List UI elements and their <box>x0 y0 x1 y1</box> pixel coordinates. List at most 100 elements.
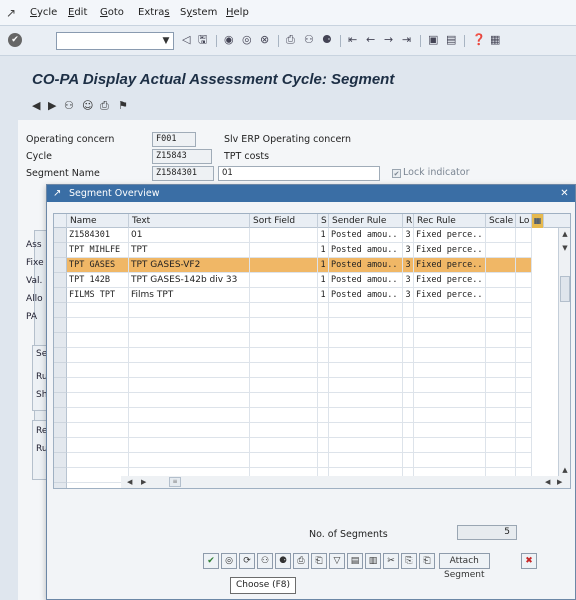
details-icon[interactable]: ◎ <box>221 553 237 569</box>
shortcut-icon[interactable]: ▤ <box>446 33 456 47</box>
row-selector[interactable] <box>54 363 67 378</box>
row-selector[interactable] <box>54 453 67 468</box>
new-session-icon[interactable]: ▣ <box>428 33 438 47</box>
menu-goto[interactable]: Goto <box>100 7 124 18</box>
vertical-scrollbar[interactable]: ▲ ▼ ▲ ▼ <box>558 228 570 488</box>
table-row[interactable] <box>67 363 532 378</box>
col-scale[interactable]: Scale <box>486 214 516 228</box>
print-icon[interactable]: ⎙ <box>286 33 295 47</box>
scroll-right-end-icon[interactable]: ▶ <box>557 476 562 488</box>
filter-icon[interactable]: ▽ <box>329 553 345 569</box>
row-selector[interactable] <box>54 378 67 393</box>
table-row[interactable] <box>67 378 532 393</box>
export-icon[interactable]: ▥ <box>365 553 381 569</box>
find-next-icon[interactable]: ⚈ <box>322 33 332 47</box>
find-button-icon[interactable]: ⚇ <box>257 553 273 569</box>
segment-text-field[interactable]: 01 <box>218 166 380 181</box>
first-page-icon[interactable]: ⇤ <box>348 33 357 47</box>
operating-concern-field[interactable]: F001 <box>152 132 196 147</box>
enter-icon[interactable]: ✔ <box>8 33 22 47</box>
command-field[interactable] <box>56 32 174 50</box>
segment-name-field[interactable]: Z1584301 <box>152 166 214 181</box>
cycle-field[interactable]: Z15843 <box>152 149 212 164</box>
row-selector[interactable] <box>54 273 67 288</box>
scroll-up-icon[interactable]: ▲ <box>559 228 570 240</box>
row-selector[interactable] <box>54 348 67 363</box>
table-row[interactable] <box>67 318 532 333</box>
row-selector[interactable] <box>54 438 67 453</box>
table-row[interactable] <box>67 348 532 363</box>
row-selector[interactable] <box>54 393 67 408</box>
table-row[interactable]: TPT 142B TPT GASES-142b div 33 1 Posted amo… <box>67 273 532 288</box>
col-name[interactable]: Name <box>67 214 129 228</box>
print-button-icon[interactable]: ⎗ <box>311 553 327 569</box>
copy-icon[interactable]: ⎘ <box>401 553 417 569</box>
menu-extras[interactable]: Extras <box>138 7 170 18</box>
print-segment-icon[interactable]: ⎙ <box>100 99 109 113</box>
table-row[interactable] <box>67 438 532 453</box>
col-rec-rule[interactable]: Rec Rule <box>414 214 486 228</box>
table-row[interactable] <box>67 333 532 348</box>
last-page-icon[interactable]: ⇥ <box>402 33 411 47</box>
menu-edit[interactable]: Edit <box>68 7 87 18</box>
table-row[interactable]: TPT MIHLFE TPT 1 Posted amou.. 3 Fixed perce.… <box>67 243 532 258</box>
row-selector[interactable] <box>54 333 67 348</box>
table-row[interactable]: TPT GASES TPT GASES-VF2 1 Posted amou.. 3 Fix… <box>67 258 532 273</box>
menu-cycle[interactable]: Cycle <box>30 7 57 18</box>
command-dropdown-icon[interactable]: ▼ <box>158 32 174 50</box>
previous-segment-icon[interactable]: ◀ <box>32 99 40 112</box>
col-sort-field[interactable]: Sort Field <box>250 214 318 228</box>
col-text[interactable]: Text <box>129 214 250 228</box>
row-selector[interactable] <box>54 303 67 318</box>
print-preview-icon[interactable]: ⎙ <box>293 553 309 569</box>
row-selector[interactable] <box>54 228 67 243</box>
layout-menu-icon[interactable]: ▦ <box>490 33 500 47</box>
lock-indicator-checkbox[interactable]: ✔ <box>392 169 401 178</box>
cut-icon[interactable]: ✂ <box>383 553 399 569</box>
col-sender-rule[interactable]: Sender Rule <box>329 214 403 228</box>
cancel-button[interactable]: ✖ <box>521 553 537 569</box>
row-selector[interactable] <box>54 318 67 333</box>
close-icon[interactable]: ✕ <box>558 187 571 200</box>
row-selector[interactable] <box>54 483 67 488</box>
other-cycle-icon[interactable]: ⚑ <box>118 99 128 112</box>
user-icon[interactable]: ☺ <box>82 99 93 112</box>
choose-button[interactable]: ✔ <box>203 553 219 569</box>
find-next-button-icon[interactable]: ⚈ <box>275 553 291 569</box>
menu-system[interactable]: System <box>180 7 217 18</box>
row-selector[interactable] <box>54 288 67 303</box>
attach-segment-button[interactable]: Attach Segment <box>439 553 490 580</box>
scroll-right-icon[interactable]: ▶ <box>141 476 146 488</box>
horizontal-scrollbar[interactable]: ◀ ▶ ≡ ◀ ▶ <box>121 476 569 488</box>
row-selector[interactable] <box>54 258 67 273</box>
row-selector[interactable] <box>54 423 67 438</box>
column-settings-icon[interactable]: ▦ <box>532 214 544 228</box>
table-row[interactable] <box>67 408 532 423</box>
refresh-icon[interactable]: ⟳ <box>239 553 255 569</box>
layout-icon[interactable]: ▤ <box>347 553 363 569</box>
table-row[interactable]: Z1584301 01 1 Posted amou.. 3 Fixed perce.. <box>67 228 532 243</box>
col-s[interactable]: S <box>318 214 329 228</box>
select-all-cell[interactable] <box>54 214 67 228</box>
back-icon[interactable]: ◉ <box>224 33 234 47</box>
back-nav-icon[interactable]: ◁ <box>182 33 190 47</box>
col-r[interactable]: R <box>403 214 414 228</box>
row-selector[interactable] <box>54 243 67 258</box>
paste-icon[interactable]: ⎗ <box>419 553 435 569</box>
next-page-icon[interactable]: → <box>384 33 393 47</box>
scroll-left-icon[interactable]: ◀ <box>127 476 132 488</box>
cancel-icon[interactable]: ⊗ <box>260 33 269 47</box>
scroll-left-end-icon[interactable]: ◀ <box>545 476 550 488</box>
menu-help[interactable]: Help <box>226 7 249 18</box>
row-selector[interactable] <box>54 408 67 423</box>
exit-icon[interactable]: ◎ <box>242 33 252 47</box>
table-row[interactable]: FILMS TPT Films TPT 1 Posted amou.. 3 Fixed p… <box>67 288 532 303</box>
scroll-up-bottom-icon[interactable]: ▲ <box>559 464 570 476</box>
next-segment-icon[interactable]: ▶ <box>48 99 56 112</box>
window-menu-icon[interactable]: ↗ <box>6 6 16 20</box>
table-row[interactable] <box>67 393 532 408</box>
previous-page-icon[interactable]: ← <box>366 33 375 47</box>
hscroll-thumb[interactable]: ≡ <box>169 477 181 487</box>
save-icon[interactable]: 🖫 <box>198 33 207 47</box>
table-row[interactable] <box>67 453 532 468</box>
